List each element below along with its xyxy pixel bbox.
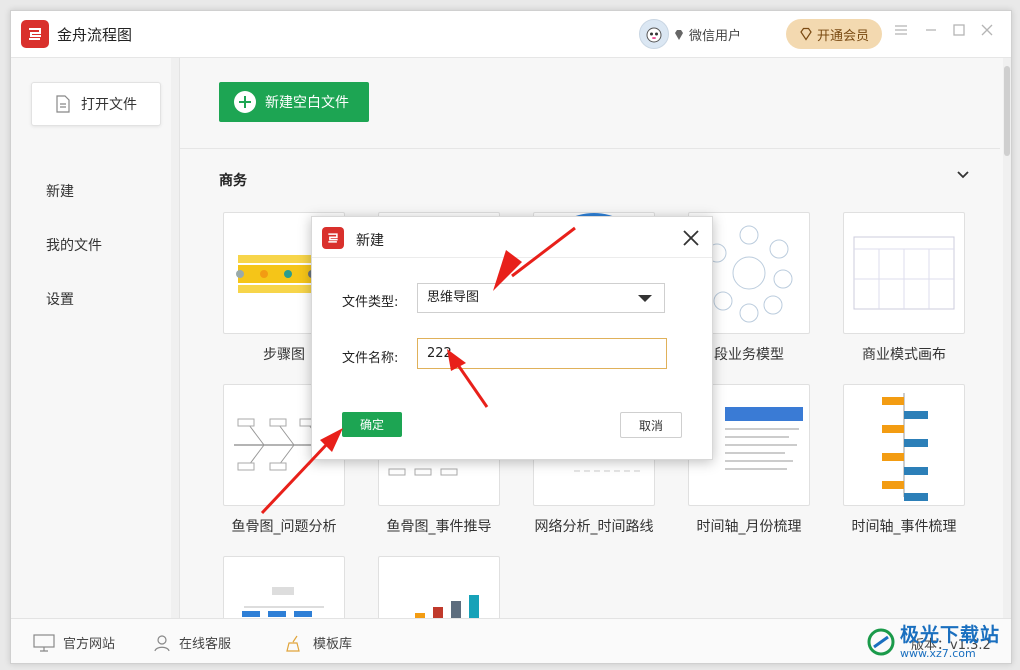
template-label: 网络分析_时间路线 <box>534 519 654 535</box>
dialog-title: 新建 <box>356 233 384 249</box>
file-type-label: 文件类型: <box>342 295 399 310</box>
sidebar-splitter[interactable] <box>171 58 180 618</box>
scroll-thumb[interactable] <box>1004 66 1010 156</box>
vertical-scrollbar[interactable] <box>1003 58 1011 618</box>
user-menu[interactable]: 微信用户 <box>673 25 741 44</box>
dialog-header: 新建 <box>312 217 712 258</box>
vip-button[interactable]: 开通会员 <box>786 19 882 49</box>
broom-icon <box>286 635 300 652</box>
file-type-select[interactable]: 思维导图 <box>417 283 665 313</box>
maximize-icon[interactable] <box>951 23 967 39</box>
template-label: 时间轴_事件梳理 <box>851 519 957 535</box>
template-card[interactable]: 商业模式画布 <box>843 212 965 364</box>
diamond-icon <box>675 29 683 40</box>
sidebar-item-my-files[interactable]: 我的文件 <box>46 235 102 255</box>
file-icon <box>56 95 70 113</box>
sidebar-item-new[interactable]: 新建 <box>46 181 74 201</box>
divider <box>180 148 1000 149</box>
template-card[interactable]: 时间轴_事件梳理 <box>843 384 965 536</box>
template-thumbnail <box>378 556 500 618</box>
app-logo-icon <box>21 20 49 48</box>
app-title: 金舟流程图 <box>57 26 133 44</box>
watermark: 极光下载站 www.xz7.com <box>866 618 1016 666</box>
watermark-url: www.xz7.com <box>900 646 976 660</box>
caret-down-icon <box>638 295 652 302</box>
minimize-icon[interactable] <box>923 23 939 39</box>
template-thumbnail <box>843 384 965 506</box>
vip-label: 开通会员 <box>816 28 869 44</box>
support-label: 在线客服 <box>179 637 232 652</box>
close-icon[interactable] <box>979 23 995 39</box>
file-name-input[interactable] <box>417 338 667 369</box>
website-link[interactable]: 官方网站 <box>33 633 115 652</box>
watermark-logo-icon <box>867 628 895 656</box>
user-icon <box>154 634 170 651</box>
plus-icon <box>234 91 256 113</box>
file-type-value: 思维导图 <box>427 290 480 305</box>
cancel-button[interactable]: 取消 <box>620 412 682 438</box>
title-bar: 金舟流程图 微信用户 开通会员 <box>11 11 1011 58</box>
template-thumbnail <box>843 212 965 334</box>
new-file-dialog: 新建 文件类型: 思维导图 文件名称: 确定 取消 <box>311 216 713 460</box>
website-label: 官方网站 <box>63 637 116 652</box>
template-label: 鱼骨图_事件推导 <box>386 519 492 535</box>
user-name: 微信用户 <box>689 29 742 44</box>
template-card[interactable] <box>223 556 345 618</box>
template-label: 商业模式画布 <box>862 347 946 363</box>
menu-icon[interactable] <box>893 23 909 39</box>
support-link[interactable]: 在线客服 <box>153 633 231 652</box>
confirm-button[interactable]: 确定 <box>342 412 402 437</box>
user-avatar[interactable] <box>639 19 669 49</box>
new-blank-label: 新建空白文件 <box>265 95 349 111</box>
chevron-down-icon[interactable] <box>956 168 970 182</box>
open-file-button[interactable]: 打开文件 <box>31 82 161 126</box>
template-thumbnail <box>223 556 345 618</box>
footer-bar: 官方网站 在线客服 模板库 版本：v1.3.2 <box>11 618 1011 663</box>
sidebar-item-settings[interactable]: 设置 <box>46 289 74 309</box>
sidebar: 打开文件 新建 我的文件 设置 <box>11 58 172 618</box>
templates-label: 模板库 <box>313 637 353 652</box>
watermark-title: 极光下载站 <box>900 623 1001 646</box>
template-label: 鱼骨图_问题分析 <box>231 519 337 535</box>
app-logo-icon <box>322 227 344 249</box>
file-name-label: 文件名称: <box>342 351 399 366</box>
templates-link[interactable]: 模板库 <box>285 633 352 652</box>
section-title: 商务 <box>219 173 247 189</box>
template-card[interactable] <box>378 556 500 618</box>
diamond-icon <box>800 27 812 41</box>
monitor-icon <box>33 633 55 652</box>
open-file-label: 打开文件 <box>81 97 137 113</box>
new-blank-file-button[interactable]: 新建空白文件 <box>219 82 369 122</box>
template-label: 时间轴_月份梳理 <box>696 519 802 535</box>
close-icon[interactable] <box>680 227 702 249</box>
